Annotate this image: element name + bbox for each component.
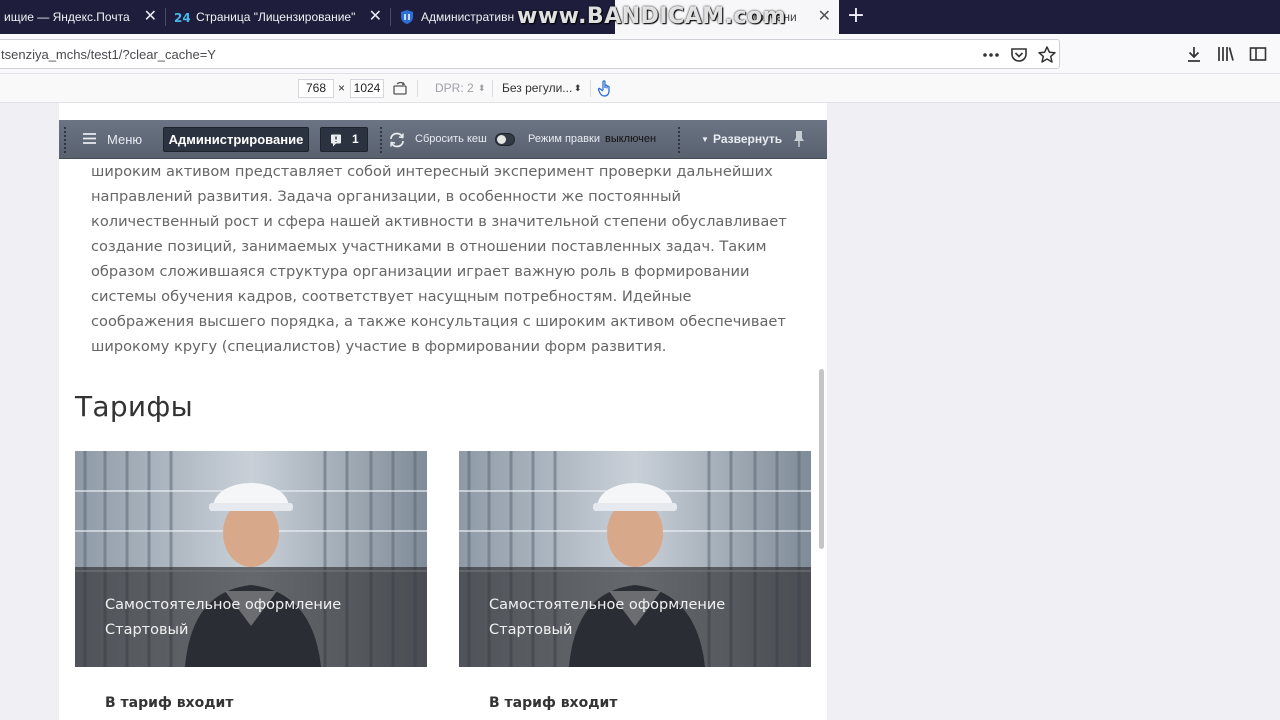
article-paragraph: широким активом представляет собой интер…: [91, 159, 801, 359]
bandicam-watermark: www.BANDICAM.com: [517, 4, 787, 29]
svg-text:24: 24: [174, 11, 190, 25]
close-icon[interactable]: ✕: [818, 9, 831, 25]
hamburger-menu-icon[interactable]: [83, 133, 96, 144]
toolbar-divider: [417, 80, 418, 97]
paragraph-line: системы обучения кадров, соответствует н…: [91, 288, 692, 305]
throttling-select[interactable]: Без регули...: [502, 81, 572, 95]
tab-label: ищие — Яндекс.Почта: [4, 10, 130, 24]
touch-simulation-icon[interactable]: [596, 79, 614, 98]
paragraph-line: широким активом представляет собой интер…: [91, 163, 773, 180]
tab-licensing-page[interactable]: 24 Страница "Лицензирование" ✕: [166, 0, 390, 34]
tariff-card[interactable]: Самостоятельное оформление Стартовый: [459, 451, 811, 667]
expand-button[interactable]: Развернуть: [713, 132, 782, 146]
tariff-card[interactable]: Самостоятельное оформление Стартовый: [75, 451, 427, 667]
responsive-design-toolbar: 768 × 1024 DPR: 2 ⬍ Без регули... ⬍: [0, 74, 1280, 103]
toolbar-divider: [590, 80, 591, 97]
card-subtitle: Стартовый: [489, 622, 573, 638]
rotate-icon[interactable]: [391, 80, 409, 98]
edit-mode-state: выключен: [605, 133, 657, 145]
viewport-height-input[interactable]: 1024: [350, 79, 384, 98]
card-title-line: Самостоятельное оформление: [105, 597, 342, 613]
menu-button[interactable]: Меню: [107, 132, 142, 147]
admin-panel: Меню Администрирование 1 Сбросить кеш Ре…: [59, 120, 827, 159]
tab-strip: ищие — Яндекс.Почта ✕ 24 Страница "Лицен…: [0, 0, 1280, 34]
chevron-down-icon: ▼: [701, 135, 709, 144]
card-title-line: Самостоятельное оформление: [489, 597, 726, 613]
toolbar-divider: [677, 126, 681, 154]
tab-label: Страница "Лицензирование": [196, 10, 356, 24]
section-title: Тарифы: [75, 390, 194, 423]
paragraph-line: образом сложившаяся структура организаци…: [91, 263, 750, 280]
close-icon[interactable]: ✕: [144, 9, 157, 25]
viewport-width-input[interactable]: 768: [298, 79, 334, 98]
dpr-select[interactable]: DPR: 2: [435, 81, 474, 95]
paragraph-line: количественный рост и сфера нашей активн…: [91, 213, 787, 230]
paragraph-line: направлений развития. Задача организации…: [91, 188, 681, 205]
responsive-viewport: Меню Администрирование 1 Сбросить кеш Ре…: [0, 103, 1280, 720]
page-content: Меню Администрирование 1 Сбросить кеш Ре…: [59, 103, 827, 720]
tab-label: Административн: [421, 10, 515, 24]
chevron-updown-icon: ⬍: [478, 83, 486, 93]
paragraph-line: создание позиций, занимаемых участниками…: [91, 238, 767, 255]
card-title: Самостоятельное оформление Стартовый: [489, 593, 725, 643]
nav-toolbar: tsenziya_mchs/test1/?clear_cache=Y: [0, 34, 1280, 74]
chevron-updown-icon: ⬍: [574, 83, 582, 93]
scrollbar-thumb[interactable]: [819, 369, 824, 549]
administration-button[interactable]: Администрирование: [163, 127, 309, 152]
url-text: tsenziya_mchs/test1/?clear_cache=Y: [1, 47, 216, 62]
library-icon[interactable]: [1216, 44, 1236, 64]
clear-cache-button[interactable]: Сбросить кеш: [415, 133, 487, 145]
toolbar-divider: [379, 126, 383, 154]
more-icon[interactable]: [981, 45, 1001, 65]
notification-icon: [331, 134, 341, 147]
card-title: Самостоятельное оформление Стартовый: [105, 593, 341, 643]
paragraph-line: соображения высшего порядка, а также кон…: [91, 313, 786, 330]
shield-icon: [401, 10, 413, 24]
tariff-includes-heading: В тариф входит: [105, 695, 234, 711]
bitrix24-icon: 24: [174, 11, 190, 25]
url-bar[interactable]: tsenziya_mchs/test1/?clear_cache=Y: [0, 39, 1060, 69]
close-icon[interactable]: ✕: [369, 9, 382, 25]
bookmark-star-icon[interactable]: [1037, 45, 1057, 65]
tab-yandex-mail[interactable]: ищие — Яндекс.Почта ✕: [0, 0, 165, 34]
notification-count: 1: [352, 132, 359, 146]
notifications-button[interactable]: 1: [320, 127, 368, 152]
edit-mode-label: Режим правки: [528, 133, 600, 145]
tariff-includes-heading: В тариф входит: [489, 695, 618, 711]
pocket-icon[interactable]: [1009, 45, 1029, 65]
refresh-icon[interactable]: [388, 131, 406, 149]
sidebar-icon[interactable]: [1248, 44, 1268, 64]
new-tab-button[interactable]: +: [846, 5, 866, 27]
edit-mode-toggle[interactable]: [495, 133, 515, 146]
download-icon[interactable]: [1184, 44, 1204, 64]
card-subtitle: Стартовый: [105, 622, 189, 638]
dimension-separator: ×: [338, 81, 346, 95]
pin-icon[interactable]: [793, 130, 805, 148]
drag-handle[interactable]: [63, 126, 67, 154]
paragraph-line: широкому кругу (специалистов) участие в …: [91, 338, 667, 355]
toolbar-divider: [492, 80, 493, 97]
